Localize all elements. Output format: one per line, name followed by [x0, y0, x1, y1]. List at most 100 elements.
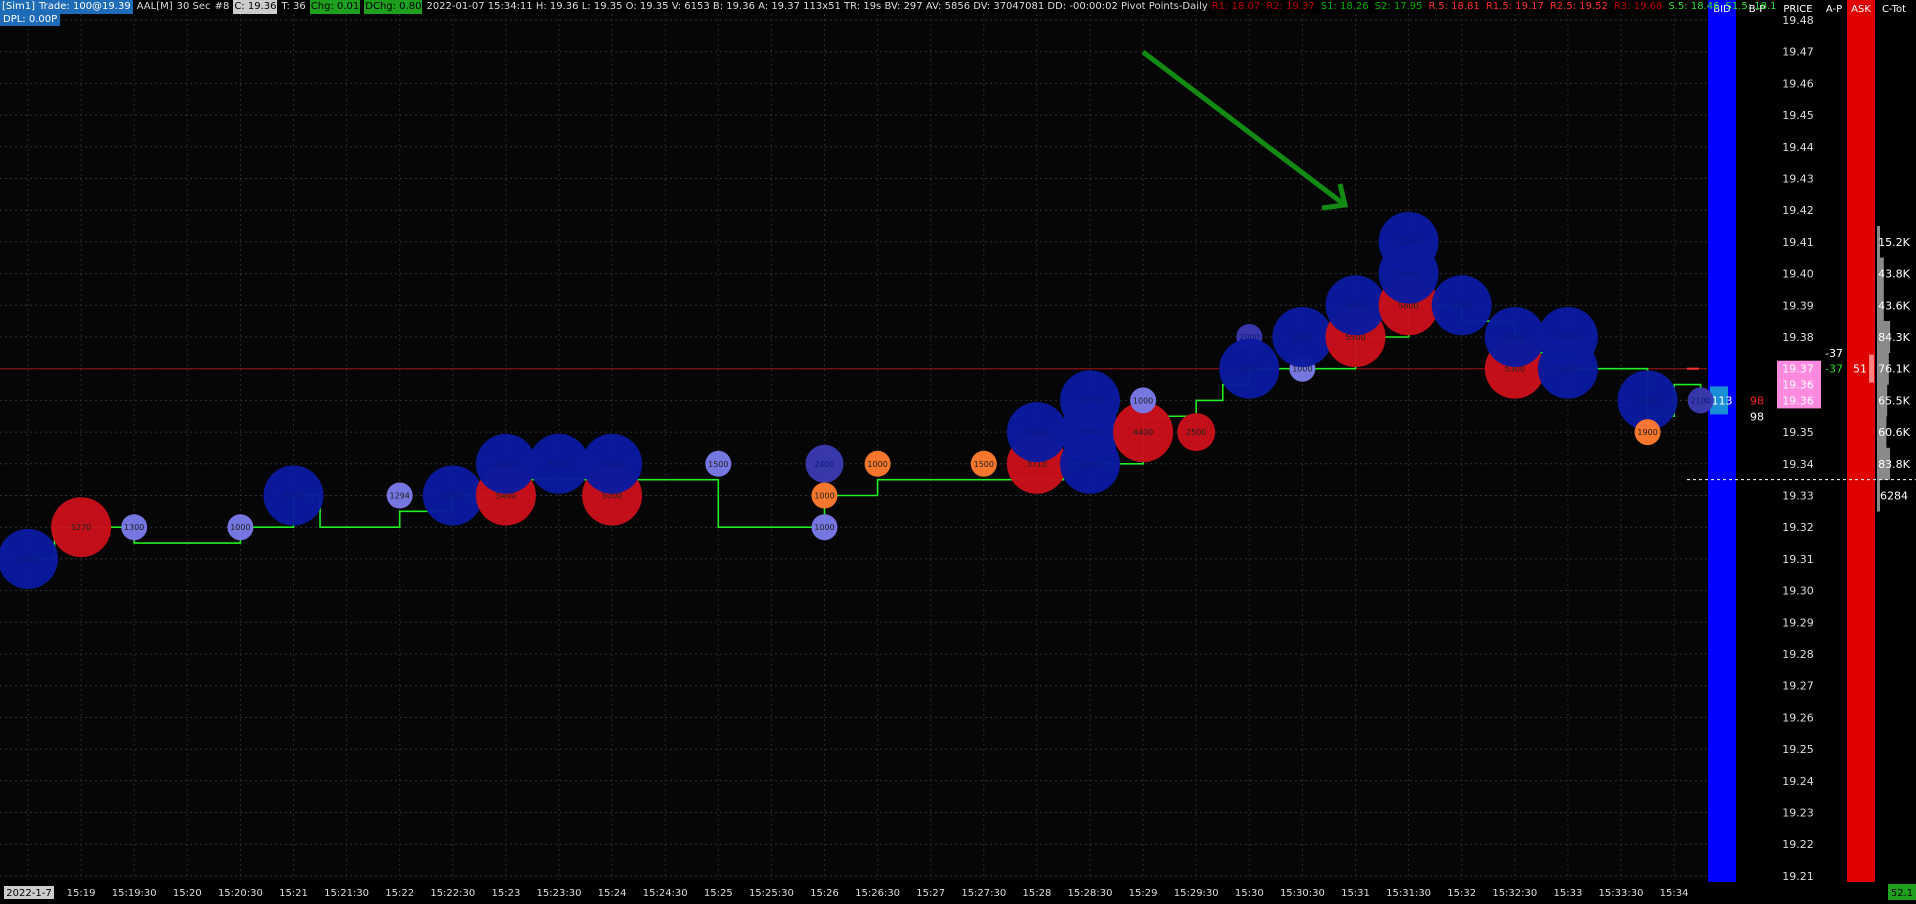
bubble-volume-label: 1000 [814, 523, 834, 532]
price-tick-label: 19.26 [1782, 711, 1814, 724]
bar-info: 2022-01-07 15:34:11 H: 19.36 L: 19.35 O:… [426, 1, 1208, 12]
time-label: 15:26 [810, 888, 839, 899]
time-label: 15:33 [1553, 888, 1582, 899]
time-label: 15:29:30 [1174, 888, 1219, 899]
price-tick-label: 19.33 [1782, 490, 1814, 503]
price-tick-label: 19.48 [1782, 14, 1814, 27]
bubble-volume-label: 5300 [1027, 428, 1047, 437]
bubble-volume-label: 5100 [1398, 238, 1418, 247]
time-label: 15:24 [598, 888, 627, 899]
time-label: 15:29 [1129, 888, 1158, 899]
bubble-volume-label: 1000 [1133, 396, 1153, 405]
price-tick-label: 19.28 [1782, 648, 1814, 661]
ask-column[interactable] [1847, 0, 1875, 882]
ask-size: 51 [1853, 363, 1867, 376]
bid-column[interactable] [1708, 0, 1736, 882]
bar-number: #8 [214, 1, 230, 12]
ticks-value: T: 36 [281, 1, 306, 12]
time-label: 15:24:30 [643, 888, 688, 899]
bubble-volume-label: 1500 [708, 460, 728, 469]
bubble-volume-label: 1000 [867, 460, 887, 469]
daily-change-value: DChg: 0.80 [364, 0, 423, 14]
price-cell-label: 19.36 [1782, 379, 1814, 392]
time-label: 15:19 [67, 888, 96, 899]
pivot-values: R1: 18.07 R2: 19.37 S1: 18.26 S2: 17.95 R.5:… [1212, 0, 1777, 14]
bubble-volume-label: 5000 [1558, 365, 1578, 374]
ctot-header: C-Tot [1882, 4, 1906, 15]
interval[interactable]: 30 Sec [177, 0, 211, 14]
ctot-value: 43.6K [1878, 299, 1910, 312]
ctot-value: 84.3K [1878, 331, 1910, 344]
pivot-value: R1: 18.07 [1211, 1, 1261, 12]
bubble-volume-label: 2400 [814, 460, 834, 469]
bubble-volume-label: 4400 [1133, 428, 1153, 437]
bid-size: 113 [1712, 394, 1733, 407]
bubble-volume-label: 1294 [390, 492, 410, 501]
price-tick-label: 19.22 [1782, 838, 1814, 851]
bubble-volume-label: 4800 [1080, 460, 1100, 469]
time-label: 15:26:30 [855, 888, 900, 899]
pivot-value: R2.5: 19.52 [1549, 1, 1608, 12]
price-tick-label: 19.24 [1782, 775, 1814, 788]
price-tick-label: 19.21 [1782, 870, 1814, 883]
price-tick-label: 19.40 [1782, 268, 1814, 281]
time-label: 15:22:30 [430, 888, 475, 899]
ctot-value: 83.8K [1878, 458, 1910, 471]
price-tick-label: 19.27 [1782, 680, 1814, 693]
chart-area[interactable]: BID B-P PRICE A-P ASK C-Tot 19.48 19.47 19.46 19.… [0, 0, 1916, 900]
dpl-badge: DPL: 0.00P [0, 14, 61, 26]
bubble-volume-label: 5100 [1292, 333, 1312, 342]
chart-header: [Sim1] Trade: 100@19.39 AAL[M] 30 Sec #8… [0, 0, 1777, 14]
bubble-volume-label: 5130 [549, 460, 569, 469]
bubble-volume-label: 2100 [1690, 396, 1710, 405]
bubble-volume-label: 5270 [71, 523, 91, 532]
price-tick-label: 19.46 [1782, 77, 1814, 90]
bubble-volume-label: 5100 [496, 460, 516, 469]
pivot-value: S1.5: 18.1 [1725, 1, 1777, 12]
ap-header: A-P [1826, 4, 1842, 15]
time-label: 15:23 [491, 888, 520, 899]
price-tick-label: 19.39 [1782, 299, 1814, 312]
time-label: 15:25 [704, 888, 733, 899]
bp-value: 98 [1750, 410, 1764, 423]
time-label: 15:32:30 [1492, 888, 1537, 899]
price-tick-label: 19.31 [1782, 553, 1814, 566]
time-label: 15:28 [1022, 888, 1051, 899]
time-label: 15:20 [173, 888, 202, 899]
ctot-value: 60.6K [1878, 426, 1910, 439]
last-trade: Trade: 100@19.39 [37, 0, 133, 14]
pivot-value: R.5: 18.81 [1428, 1, 1480, 12]
date-label: 2022-1-7 [6, 888, 51, 899]
time-label: 15:27 [916, 888, 945, 899]
symbol[interactable]: AAL[M] [137, 0, 173, 14]
plot-area[interactable] [0, 14, 1707, 880]
price-tick-label: 19.29 [1782, 616, 1814, 629]
price-tick-label: 19.44 [1782, 141, 1814, 154]
bubble-volume-label: 5100 [283, 492, 303, 501]
price-tick-label: 19.47 [1782, 46, 1814, 59]
time-label: 15:33:30 [1599, 888, 1644, 899]
time-label: 15:22 [385, 888, 414, 899]
ap-value: -37 [1825, 347, 1843, 360]
time-label: 15:31 [1341, 888, 1370, 899]
price-tick-label: 19.32 [1782, 521, 1814, 534]
ap-value: -37 [1825, 363, 1843, 376]
time-label: 15:25:30 [749, 888, 794, 899]
price-tick-label: 19.23 [1782, 807, 1814, 820]
time-label: 15:27:30 [961, 888, 1006, 899]
ask-size-marker [1869, 354, 1874, 383]
pivot-value: S.5: 18.46 [1668, 1, 1720, 12]
pivot-value: R2: 19.37 [1266, 1, 1315, 12]
change-value: Chg: 0.01 [309, 0, 361, 14]
price-tick-label: 19.34 [1782, 458, 1814, 471]
bubble-volume-label: 1900 [1637, 428, 1657, 437]
time-label: 15:21 [279, 888, 308, 899]
close-value: C: 19.36 [233, 0, 278, 14]
sim-account[interactable]: [Sim1] [0, 0, 38, 14]
bubble-volume-label: 4800 [1239, 365, 1259, 374]
bubble-volume-label: 5000 [1345, 301, 1365, 310]
price-chart[interactable]: BID B-P PRICE A-P ASK C-Tot19.4819.4719.4619.… [0, 0, 1916, 900]
bp-value: 98 [1750, 394, 1764, 407]
ctot-tail [1877, 479, 1879, 510]
bubble-volume-label: 1000 [230, 523, 250, 532]
